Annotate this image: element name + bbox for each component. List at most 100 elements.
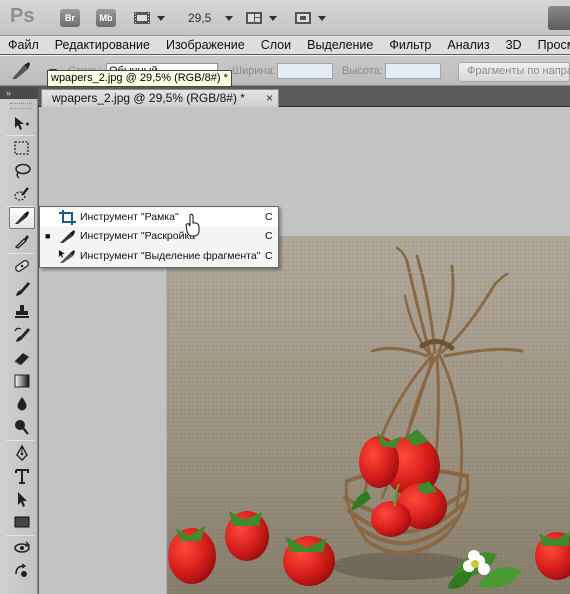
flyout-item-slice-select-tool[interactable]: Инструмент "Выделение фрагмента" C: [40, 247, 278, 266]
mouse-pointer-icon: [185, 213, 201, 240]
bandage-icon: [15, 260, 29, 272]
dodge-tool[interactable]: [9, 416, 35, 438]
flyout-item-shortcut: C: [265, 250, 273, 262]
marquee-tool[interactable]: [9, 137, 35, 159]
launch-bridge-button[interactable]: Br: [60, 8, 80, 28]
toolbox-divider: [6, 440, 34, 441]
slice-icon: [58, 228, 78, 245]
zoom-level-dropdown[interactable]: 29,5: [188, 8, 234, 28]
history-brush-icon: [14, 327, 30, 342]
photoshop-window: Ps Br Mb 29,5 Файл Редактирование Изобра…: [0, 0, 570, 594]
slice-icon: [15, 211, 29, 224]
flyout-item-label: Инструмент "Рамка": [80, 211, 179, 223]
flyout-item-crop-tool[interactable]: Инструмент "Рамка" C: [40, 208, 278, 227]
workspace-switcher-edge[interactable]: [548, 6, 570, 30]
arrow-cursor-icon: [18, 492, 27, 507]
brush-icon: [16, 282, 30, 296]
flyout-item-slice-tool[interactable]: ■ Инструмент "Раскройка" C: [40, 227, 278, 246]
bridge-badge: Br: [60, 9, 80, 27]
film-icon: [132, 9, 152, 27]
menu-edit[interactable]: Редактирование: [55, 38, 150, 52]
view-extras-button[interactable]: [132, 8, 165, 28]
menu-layer[interactable]: Слои: [261, 38, 291, 52]
dodge-icon: [15, 420, 29, 435]
chevron-down-icon: [157, 15, 165, 21]
close-icon[interactable]: ×: [266, 90, 273, 106]
move-tool[interactable]: [9, 113, 35, 135]
menu-bar: Файл Редактирование Изображение Слои Выд…: [0, 36, 570, 54]
slice-tool[interactable]: [9, 207, 35, 229]
rectangle-icon: [14, 516, 30, 528]
launch-mini-bridge-button[interactable]: Mb: [96, 8, 116, 28]
screen-mode-icon: [293, 9, 313, 27]
menu-3d[interactable]: 3D: [506, 38, 522, 52]
document-tooltip: wpapers_2.jpg @ 29,5% (RGB/8#) *: [47, 70, 232, 87]
eraser-icon: [14, 353, 29, 365]
document-tab-bar: wpapers_2.jpg @ 29,5% (RGB/8#) * ×: [38, 87, 570, 107]
width-label: Ширина:: [232, 65, 276, 77]
arrange-documents-button[interactable]: [244, 8, 277, 28]
collapse-panels-button[interactable]: »: [0, 87, 38, 99]
eyedropper-icon: [14, 235, 29, 249]
guide-line-horizontal: [166, 272, 570, 273]
document-tab[interactable]: wpapers_2.jpg @ 29,5% (RGB/8#) * ×: [41, 89, 279, 107]
tool-preset-picker[interactable]: [8, 59, 34, 83]
stamp-icon: [15, 305, 29, 318]
guide-line-vertical: [166, 272, 167, 594]
selected-marker-icon: ■: [45, 231, 51, 241]
menu-select[interactable]: Выделение: [307, 38, 373, 52]
toolbox: [0, 99, 38, 594]
width-field[interactable]: [277, 63, 333, 79]
height-field[interactable]: [385, 63, 441, 79]
3d-rotate-icon: [14, 541, 31, 553]
flyout-item-label: Инструмент "Выделение фрагмента": [80, 250, 261, 262]
flyout-item-shortcut: C: [265, 230, 273, 242]
slice-select-icon: [58, 248, 78, 265]
crop-icon: [58, 209, 78, 226]
flyout-item-shortcut: C: [265, 211, 273, 223]
marquee-icon: [14, 141, 29, 155]
move-icon: [15, 117, 29, 130]
brush-tool[interactable]: [9, 278, 35, 300]
eraser-tool[interactable]: [9, 347, 35, 369]
gradient-tool[interactable]: [9, 370, 35, 392]
toolbox-divider: [6, 253, 34, 254]
eyedropper-tool[interactable]: [9, 230, 35, 252]
menu-analysis[interactable]: Анализ: [447, 38, 489, 52]
3d-orbit-icon: [15, 563, 27, 577]
quick-selection-tool[interactable]: [9, 183, 35, 205]
3d-orbit-tool[interactable]: [9, 560, 35, 582]
pen-tool[interactable]: [9, 442, 35, 464]
lasso-tool[interactable]: [9, 160, 35, 182]
toolbox-divider: [6, 135, 34, 136]
screen-mode-button[interactable]: [293, 8, 326, 28]
application-bar: Ps Br Mb 29,5: [0, 0, 570, 36]
menu-image[interactable]: Изображение: [166, 38, 245, 52]
gradient-icon: [14, 374, 30, 388]
path-selection-tool[interactable]: [9, 488, 35, 510]
pen-icon: [16, 444, 28, 461]
menu-view[interactable]: Просмо: [538, 38, 570, 52]
clone-stamp-tool[interactable]: [9, 301, 35, 323]
toolbox-grip[interactable]: [10, 103, 32, 109]
height-label: Высота:: [342, 65, 383, 77]
blur-tool[interactable]: [9, 393, 35, 415]
menu-file[interactable]: Файл: [8, 38, 39, 52]
menu-filter[interactable]: Фильтр: [389, 38, 431, 52]
zoom-level-value: 29,5: [188, 11, 212, 25]
type-icon: [15, 469, 29, 484]
slices-from-guides-button[interactable]: Фрагменты по направ: [458, 62, 570, 82]
toolbox-divider: [6, 535, 34, 536]
3d-rotate-tool[interactable]: [9, 537, 35, 559]
rectangle-tool[interactable]: [9, 511, 35, 533]
chevron-down-icon: [269, 15, 277, 21]
history-brush-tool[interactable]: [9, 324, 35, 346]
water-drop-icon: [17, 397, 27, 411]
slice-tool-flyout-menu: Инструмент "Рамка" C ■ Инструмент "Раскр…: [39, 206, 279, 268]
document-canvas-image[interactable]: [167, 236, 570, 594]
mini-bridge-badge: Mb: [96, 9, 116, 27]
chevron-down-icon: [318, 15, 326, 21]
arrange-icon: [244, 9, 264, 27]
type-tool[interactable]: [9, 465, 35, 487]
healing-brush-tool[interactable]: [9, 255, 35, 277]
